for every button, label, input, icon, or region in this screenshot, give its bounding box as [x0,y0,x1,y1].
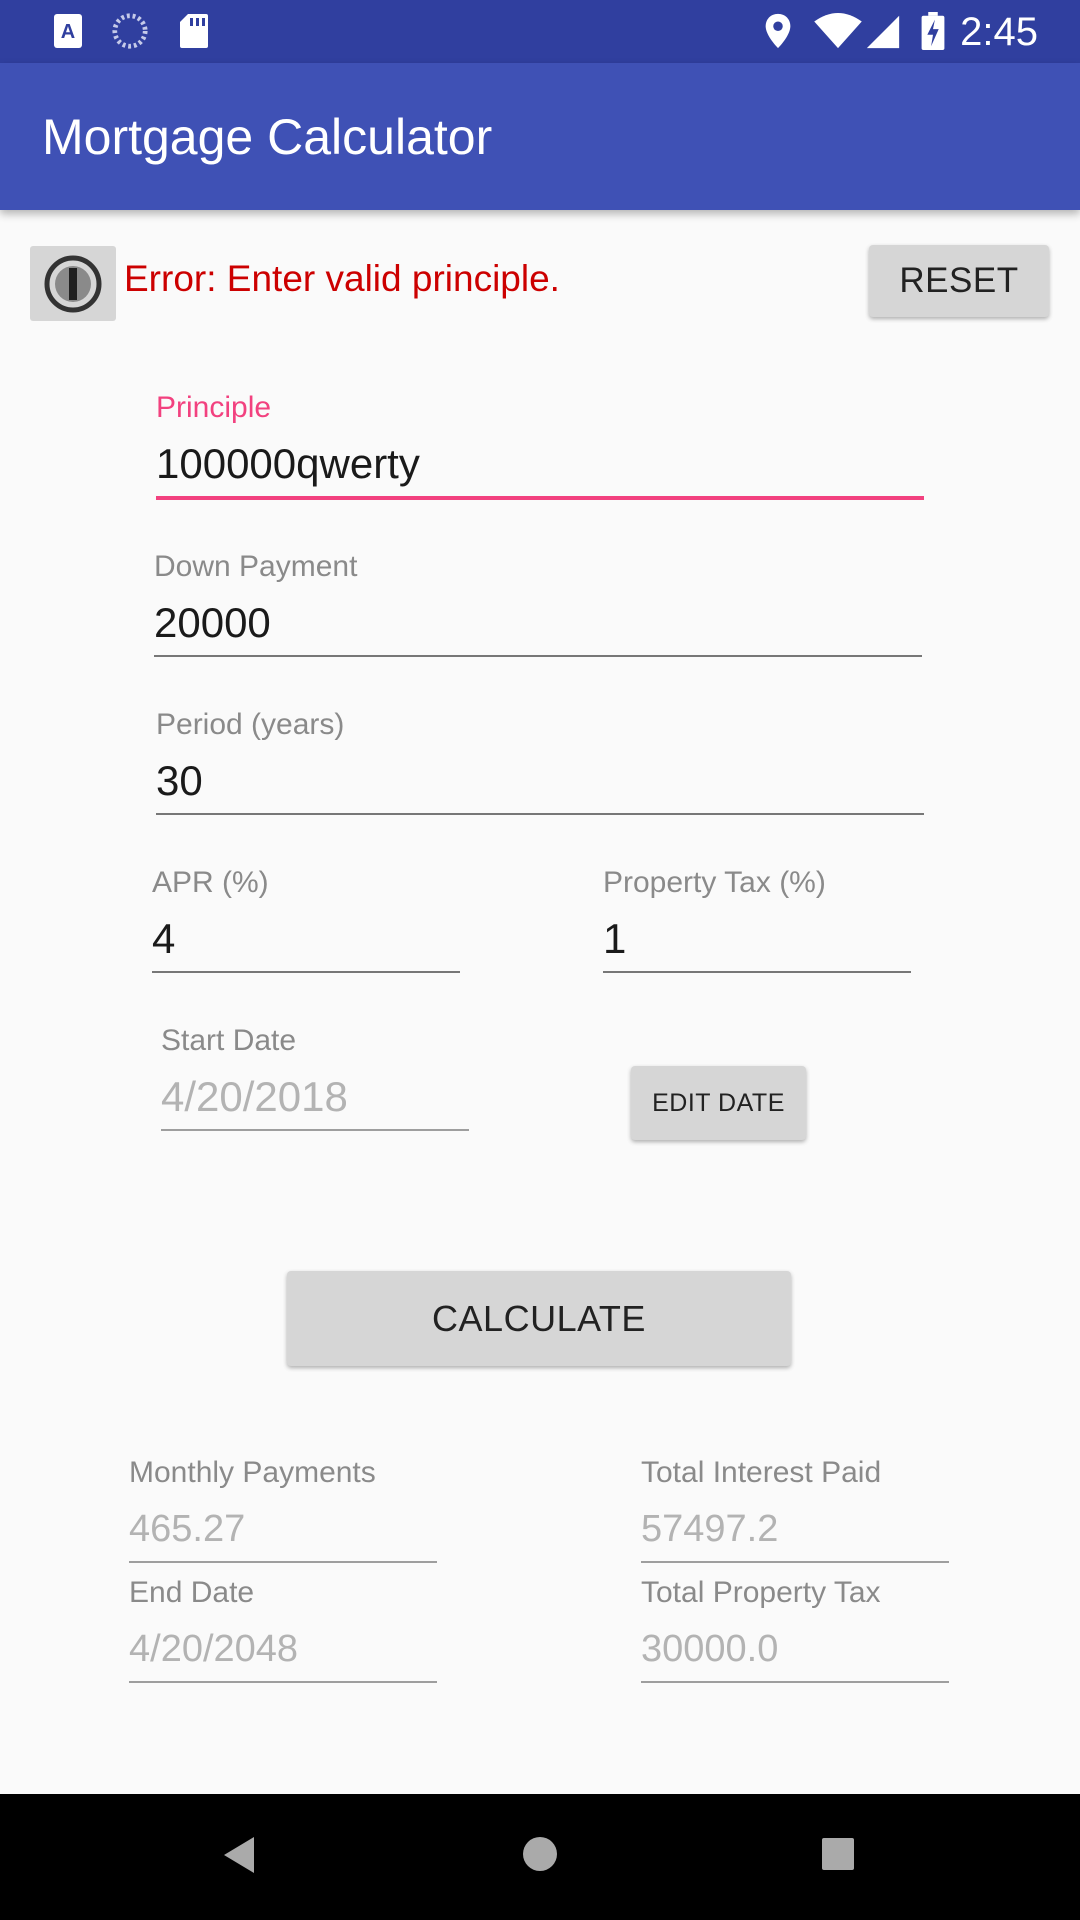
principle-input[interactable]: 100000qwerty [156,438,420,490]
principle-underline [156,496,924,500]
start-date-underline [161,1129,469,1131]
down-payment-field[interactable]: Down Payment 20000 [154,549,922,659]
total-property-tax-value: 30000.0 [641,1628,779,1670]
info-button[interactable] [30,246,116,321]
period-input[interactable]: 30 [156,755,203,807]
apr-input[interactable]: 4 [152,913,175,965]
principle-field[interactable]: Principle 100000qwerty [156,390,924,502]
apr-field[interactable]: APR (%) 4 [152,865,460,975]
property-tax-input[interactable]: 1 [603,913,626,965]
end-date-field: End Date 4/20/2048 [129,1575,437,1685]
end-date-value: 4/20/2048 [129,1628,299,1670]
monthly-payments-underline [129,1561,437,1563]
monthly-payments-field: Monthly Payments 465.27 [129,1455,437,1565]
battery-charging-icon [921,12,945,50]
navigation-bar [0,1794,1080,1920]
total-interest-label: Total Interest Paid [641,1456,882,1489]
recents-icon[interactable] [821,1837,855,1871]
start-date-label: Start Date [161,1024,297,1057]
sd-card-icon [180,14,208,48]
monthly-payments-label: Monthly Payments [129,1456,376,1489]
total-property-tax-field: Total Property Tax 30000.0 [641,1575,949,1685]
down-payment-label: Down Payment [154,550,358,583]
signal-icon [866,15,900,49]
app-bar: Mortgage Calculator [0,63,1080,210]
apr-label: APR (%) [152,866,269,899]
property-tax-label: Property Tax (%) [603,866,826,899]
wifi-icon [814,12,862,49]
apr-underline [152,971,460,973]
principle-label: Principle [156,391,272,424]
location-icon [765,13,791,49]
start-date-value: 4/20/2018 [161,1073,348,1120]
property-tax-underline [603,971,911,973]
period-label: Period (years) [156,708,345,741]
home-icon[interactable] [521,1835,559,1873]
error-message: Error: Enter valid principle. [124,258,560,299]
start-date-field: Start Date 4/20/2018 [161,1023,469,1133]
back-icon[interactable] [222,1835,256,1875]
app-title: Mortgage Calculator [42,109,493,165]
property-tax-field[interactable]: Property Tax (%) 1 [603,865,911,975]
status-bar: A 2:45 [0,0,1080,63]
period-field[interactable]: Period (years) 30 [156,707,924,817]
period-underline [156,813,924,815]
loading-icon [112,13,148,49]
calculate-button[interactable]: CALCULATE [287,1271,791,1366]
total-property-tax-label: Total Property Tax [641,1576,881,1609]
svg-text:A: A [61,21,75,43]
edit-date-button[interactable]: EDIT DATE [631,1066,806,1140]
app-a-icon: A [54,14,82,48]
monthly-payments-value: 465.27 [129,1508,246,1550]
down-payment-underline [154,655,922,657]
status-time: 2:45 [960,10,1038,54]
total-property-tax-underline [641,1681,949,1683]
total-interest-underline [641,1561,949,1563]
info-icon [44,255,102,312]
total-interest-field: Total Interest Paid 57497.2 [641,1455,949,1565]
down-payment-input[interactable]: 20000 [154,597,271,649]
reset-button[interactable]: RESET [869,245,1049,317]
total-interest-value: 57497.2 [641,1508,779,1550]
end-date-underline [129,1681,437,1683]
end-date-label: End Date [129,1576,255,1609]
